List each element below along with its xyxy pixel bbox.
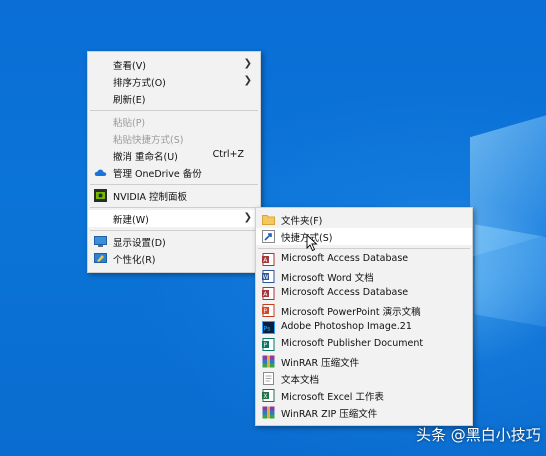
menu-item-view[interactable]: 查看(V) ❯ <box>88 56 260 73</box>
onedrive-cloud-icon <box>94 169 107 176</box>
desktop-context-menu: 查看(V) ❯ 排序方式(O) ❯ 刷新(E) 粘贴(P) 粘贴快捷方式(S) … <box>87 51 261 273</box>
menu-item-nvidia-control-panel[interactable]: NVIDIA 控制面板 <box>88 187 260 204</box>
menu-item-undo-rename[interactable]: 撤消 重命名(U) Ctrl+Z <box>88 147 260 164</box>
submenu-item-winrar-zip[interactable]: WinRAR ZIP 压缩文件 <box>256 404 472 421</box>
menu-separator <box>90 230 258 231</box>
photoshop-icon: Ps <box>262 321 275 334</box>
menu-separator <box>90 184 258 185</box>
svg-text:Ps: Ps <box>264 325 271 332</box>
submenu-item-powerpoint[interactable]: P Microsoft PowerPoint 演示文稿 <box>256 302 472 319</box>
submenu-item-access-database[interactable]: A Microsoft Access Database <box>256 251 472 268</box>
menu-item-personalize[interactable]: 个性化(R) <box>88 250 260 267</box>
menu-item-paste[interactable]: 粘贴(P) <box>88 113 260 130</box>
shortcut-label: Ctrl+Z <box>212 149 244 160</box>
submenu-item-folder[interactable]: 文件夹(F) <box>256 211 472 228</box>
menu-separator <box>258 248 470 249</box>
powerpoint-icon: P <box>262 304 275 317</box>
menu-item-paste-shortcut[interactable]: 粘贴快捷方式(S) <box>88 130 260 147</box>
submenu-item-word-document[interactable]: W Microsoft Word 文档 <box>256 268 472 285</box>
menu-item-new[interactable]: 新建(W) ❯ <box>88 210 260 227</box>
folder-icon <box>262 215 275 225</box>
publisher-icon: P <box>262 338 275 351</box>
mouse-pointer-icon <box>306 234 318 252</box>
access-icon: A <box>262 287 275 300</box>
submenu-item-shortcut[interactable]: 快捷方式(S) <box>256 228 472 245</box>
menu-item-refresh[interactable]: 刷新(E) <box>88 90 260 107</box>
menu-separator <box>90 110 258 111</box>
submenu-item-winrar-archive[interactable]: WinRAR 压缩文件 <box>256 353 472 370</box>
wallpaper-light-beam <box>475 224 546 336</box>
new-submenu: 文件夹(F) 快捷方式(S) A Microsoft Access Databa… <box>255 207 473 426</box>
menu-item-manage-onedrive[interactable]: 管理 OneDrive 备份 <box>88 164 260 181</box>
nvidia-icon <box>94 189 107 202</box>
menu-item-sort-by[interactable]: 排序方式(O) ❯ <box>88 73 260 90</box>
menu-separator <box>90 207 258 208</box>
personalize-icon <box>94 253 107 263</box>
svg-text:P: P <box>263 342 267 349</box>
text-document-icon <box>263 372 274 385</box>
word-icon: W <box>262 270 275 283</box>
excel-icon: X <box>262 389 275 402</box>
submenu-item-photoshop-image[interactable]: Ps Adobe Photoshop Image.21 <box>256 319 472 336</box>
chevron-right-icon: ❯ <box>243 212 252 223</box>
wallpaper-light-beam <box>470 102 546 258</box>
winrar-zip-icon <box>262 406 275 419</box>
submenu-item-excel-worksheet[interactable]: X Microsoft Excel 工作表 <box>256 387 472 404</box>
submenu-item-text-document[interactable]: 文本文档 <box>256 370 472 387</box>
watermark-text: 头条 @黑白小技巧 <box>416 426 541 444</box>
svg-text:X: X <box>263 393 267 400</box>
svg-text:P: P <box>263 308 267 315</box>
winrar-icon <box>262 355 275 368</box>
submenu-item-access-database[interactable]: A Microsoft Access Database <box>256 285 472 302</box>
access-icon: A <box>262 253 275 266</box>
shortcut-icon <box>262 230 275 243</box>
menu-item-display-settings[interactable]: 显示设置(D) <box>88 233 260 250</box>
chevron-right-icon: ❯ <box>243 58 252 69</box>
chevron-right-icon: ❯ <box>243 75 252 86</box>
display-icon <box>94 236 107 247</box>
svg-text:W: W <box>263 274 269 281</box>
submenu-item-publisher-document[interactable]: P Microsoft Publisher Document <box>256 336 472 353</box>
